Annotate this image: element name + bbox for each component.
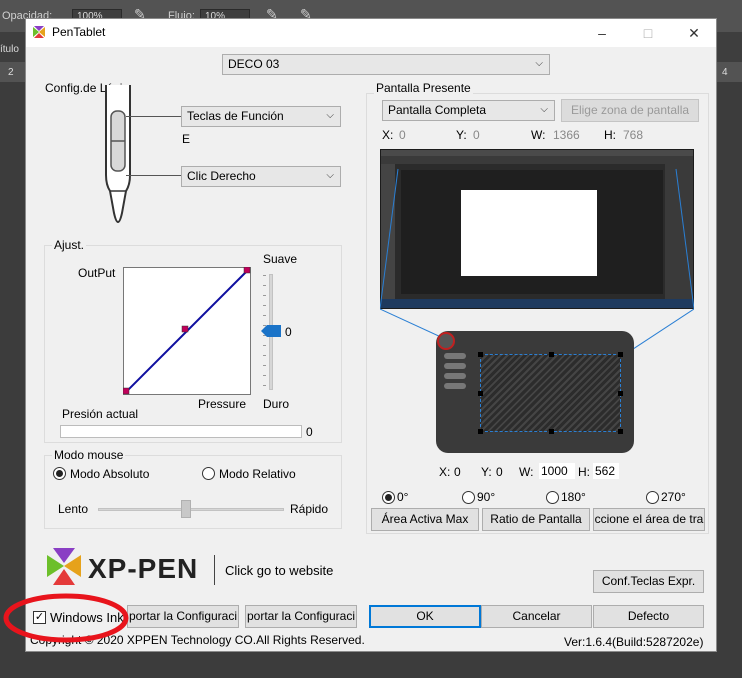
mouse-speed-track[interactable]	[98, 508, 284, 511]
tablet-key-icon	[444, 363, 466, 369]
pressure-group-title: Ajust.	[52, 238, 87, 252]
lower-button-leader	[126, 175, 181, 176]
tablet-key-icon	[444, 353, 466, 359]
screen-x-value: 0	[399, 128, 406, 142]
window-title: PenTablet	[52, 25, 106, 39]
area-x-value: 0	[454, 465, 461, 479]
express-keys-button[interactable]: Conf.Teclas Expr.	[593, 570, 704, 593]
screen-ratio-button[interactable]: Ratio de Pantalla	[482, 508, 590, 531]
screen-group-title: Pantalla Presente	[374, 81, 473, 95]
ruler-mark-right: 4	[722, 67, 728, 78]
rotation-90-radio[interactable]	[462, 491, 475, 504]
curve-point-mid	[181, 325, 189, 333]
area-y-value: 0	[496, 465, 503, 479]
import-config-button[interactable]: portar la Configuraci	[245, 605, 357, 628]
cancel-button[interactable]: Cancelar	[481, 605, 592, 628]
tablet-ring-icon	[437, 332, 455, 350]
document-tab[interactable]: ítulo	[0, 44, 24, 60]
pressure-curve-graph[interactable]	[123, 267, 251, 395]
curve-point-end	[243, 267, 251, 274]
area-y-label: Y:	[481, 465, 492, 479]
chevron-down-icon: ⌵	[326, 110, 334, 121]
display-select-value: Pantalla Completa	[388, 103, 487, 117]
screen-y-value: 0	[473, 128, 480, 142]
lower-button-select[interactable]: Clic Derecho ⌵	[181, 166, 341, 187]
tablet-key-icon	[444, 373, 466, 379]
screen-h-value: 768	[623, 128, 644, 142]
lower-button-value: Clic Derecho	[187, 169, 256, 183]
screen-w-label: W:	[531, 128, 546, 142]
upper-button-leader	[126, 116, 181, 117]
rotation-270-radio[interactable]	[646, 491, 659, 504]
curve-point-start	[123, 387, 130, 395]
area-h-field[interactable]: 562	[593, 463, 619, 479]
maximize-button[interactable]: □	[630, 21, 666, 45]
xp-pen-logo-text[interactable]: XP-PEN	[88, 553, 198, 585]
preview-mapping-lines	[380, 168, 694, 309]
firmness-slider-thumb[interactable]	[261, 325, 281, 337]
rotation-0-radio[interactable]	[382, 491, 395, 504]
brand-divider	[214, 555, 215, 585]
ruler-mark: 2	[8, 67, 14, 78]
screen-h-label: H:	[604, 128, 616, 142]
close-button[interactable]: ✕	[676, 21, 712, 45]
area-w-label: W:	[519, 465, 534, 479]
pressure-axis-label: Pressure	[198, 397, 247, 411]
version-text: Ver:1.6.4(Build:5287202e)	[564, 635, 704, 649]
rotation-90-label[interactable]: 90°	[477, 490, 495, 504]
default-button[interactable]: Defecto	[593, 605, 704, 628]
tablet-active-area[interactable]	[478, 352, 623, 434]
xp-pen-logo-icon[interactable]	[43, 545, 85, 587]
pentablet-app-icon	[33, 26, 45, 38]
annotation-circle	[3, 593, 129, 643]
display-select[interactable]: Pantalla Completa ⌵	[382, 100, 555, 121]
mouse-mode-title: Modo mouse	[52, 448, 126, 462]
soft-label: Suave	[263, 252, 298, 266]
chevron-down-icon: ⌵	[540, 104, 548, 115]
mouse-speed-thumb[interactable]	[181, 500, 191, 518]
firmness-value: 0	[285, 325, 292, 339]
screen-x-label: X:	[382, 128, 394, 142]
upper-button-select[interactable]: Teclas de Función ⌵	[181, 106, 341, 127]
current-pressure-label: Presión actual	[62, 407, 139, 421]
screen-w-value: 1366	[553, 128, 580, 142]
absolute-mode-label[interactable]: Modo Absoluto	[70, 467, 149, 481]
relative-mode-radio[interactable]	[202, 467, 215, 480]
absolute-mode-radio[interactable]	[53, 467, 66, 480]
rotation-270-label[interactable]: 270°	[661, 490, 686, 504]
select-area-button[interactable]: ccione el área de tra	[593, 508, 705, 531]
max-active-area-button[interactable]: Área Activa Max	[371, 508, 479, 531]
upper-button-value: Teclas de Función	[187, 109, 284, 123]
export-config-button[interactable]: portar la Configuraci	[127, 605, 239, 628]
area-h-label: H:	[578, 465, 590, 479]
tablet-key-icon	[444, 383, 466, 389]
current-pressure-value: 0	[306, 425, 313, 439]
device-select-value: DECO 03	[228, 57, 280, 71]
ok-button[interactable]: OK	[369, 605, 481, 628]
output-axis-label: OutPut	[78, 266, 116, 280]
pentablet-dialog: PenTablet – □ ✕ DECO 03 ⌵ Config.de Lápi…	[25, 18, 717, 652]
choose-screen-zone-button[interactable]: Elige zona de pantalla	[561, 99, 699, 122]
current-pressure-bar	[60, 425, 302, 438]
minimize-button[interactable]: –	[584, 21, 620, 45]
screen-y-label: Y:	[456, 128, 467, 142]
chevron-down-icon: ⌵	[326, 170, 334, 181]
rotation-180-radio[interactable]	[546, 491, 559, 504]
website-link[interactable]: Click go to website	[225, 563, 333, 578]
rotation-0-label[interactable]: 0°	[397, 490, 408, 504]
speed-slow-label: Lento	[58, 502, 89, 516]
device-select[interactable]: DECO 03 ⌵	[222, 54, 550, 75]
pen-illustration-icon	[105, 85, 131, 223]
rotation-180-label[interactable]: 180°	[561, 490, 586, 504]
upper-button-key: E	[182, 132, 191, 146]
area-w-field[interactable]: 1000	[539, 463, 575, 479]
chevron-down-icon: ⌵	[535, 58, 543, 69]
speed-fast-label: Rápido	[290, 502, 329, 516]
area-x-label: X:	[439, 465, 451, 479]
hard-label: Duro	[263, 397, 290, 411]
relative-mode-label[interactable]: Modo Relativo	[219, 467, 296, 481]
